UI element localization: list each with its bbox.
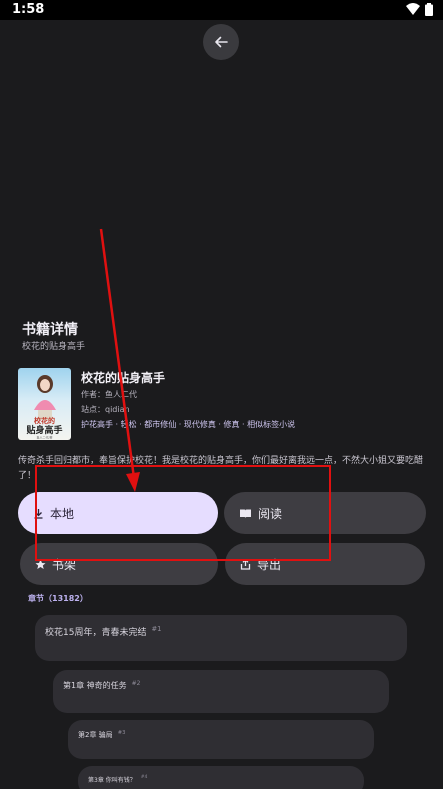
annotation-arrow [99, 228, 140, 492]
